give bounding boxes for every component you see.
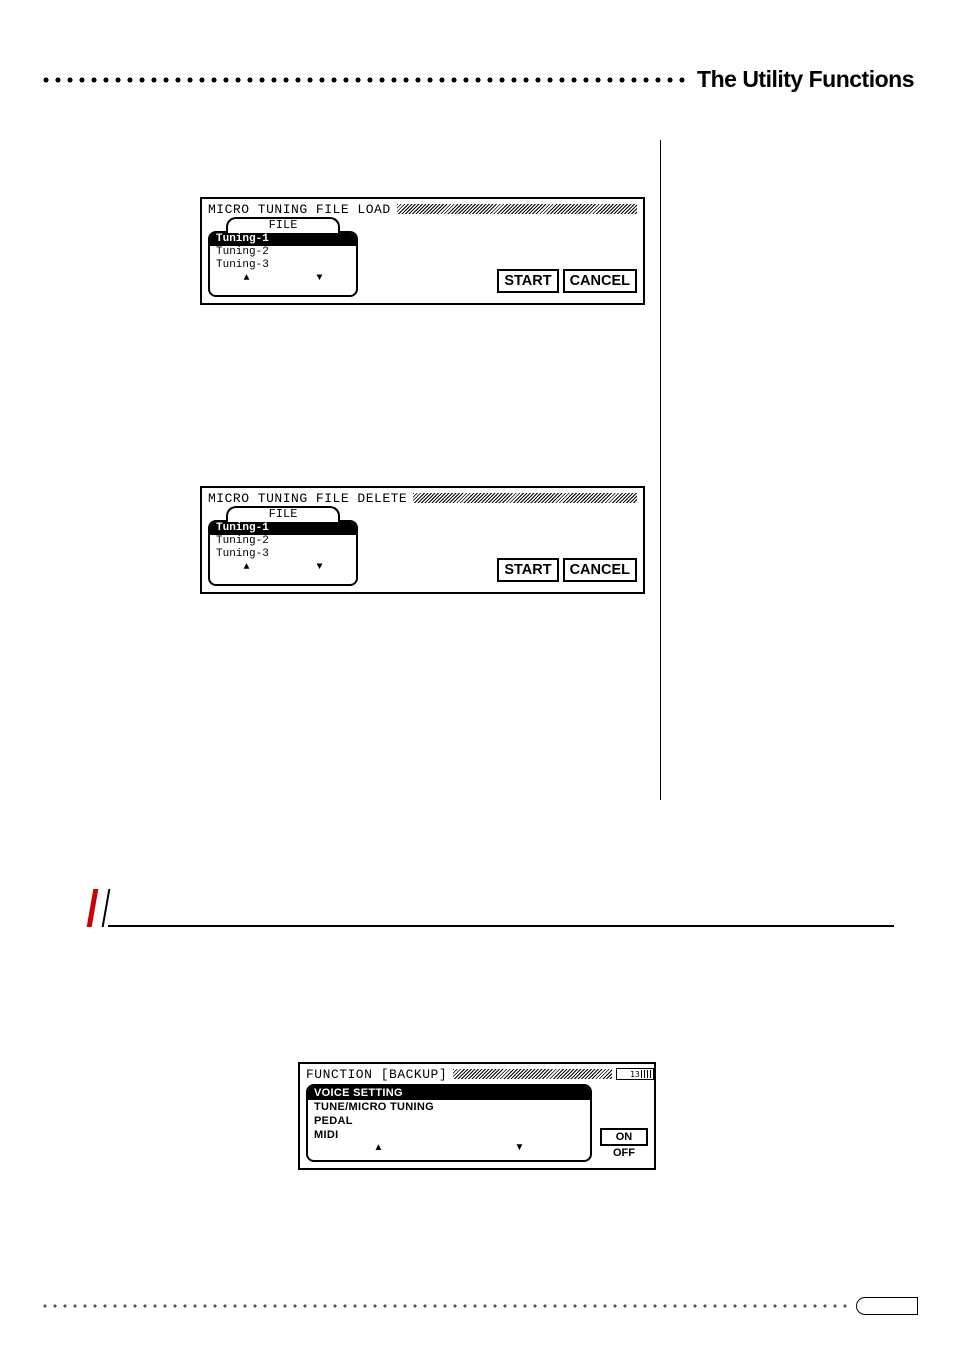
lcd-delete-title: MICRO TUNING FILE DELETE [208, 491, 407, 506]
list-item[interactable]: Tuning-1 [210, 233, 356, 246]
lcd-load-panel: MICRO TUNING FILE LOAD FILE Tuning-1 Tun… [200, 197, 645, 305]
start-button[interactable]: START [497, 269, 558, 293]
lcd-backup-panel: FUNCTION [BACKUP] 13 VOICE SETTING TUNE/… [298, 1062, 656, 1170]
title-hatch [397, 204, 637, 214]
arrow-down-icon[interactable]: ▼ [316, 562, 322, 574]
file-tab-label: FILE [226, 506, 340, 522]
list-item[interactable]: Tuning-3 [210, 548, 356, 561]
settings-list: VOICE SETTING TUNE/MICRO TUNING PEDAL MI… [306, 1084, 592, 1162]
list-item[interactable]: Tuning-3 [210, 259, 356, 272]
page-number: 13 [629, 1070, 641, 1079]
footer-dots [40, 1303, 848, 1309]
title-hatch [453, 1069, 612, 1079]
list-item[interactable]: TUNE/MICRO TUNING [308, 1100, 590, 1114]
lcd-delete-panel: MICRO TUNING FILE DELETE FILE Tuning-1 T… [200, 486, 645, 594]
arrow-down-icon[interactable]: ▼ [515, 1142, 525, 1154]
arrow-down-icon[interactable]: ▼ [316, 273, 322, 285]
page-number-box [856, 1297, 918, 1315]
cancel-button[interactable]: CANCEL [563, 269, 637, 293]
cancel-button[interactable]: CANCEL [563, 558, 637, 582]
section-marker [87, 889, 111, 927]
page-footer [40, 1297, 918, 1315]
lcd-backup-title: FUNCTION [BACKUP] [306, 1067, 447, 1082]
lcd-backup-title-row: FUNCTION [BACKUP] 13 [300, 1064, 654, 1082]
file-list: FILE Tuning-1 Tuning-2 Tuning-3 ▲ ▼ [208, 219, 358, 297]
arrow-up-icon[interactable]: ▲ [374, 1142, 384, 1154]
lcd-load-title: MICRO TUNING FILE LOAD [208, 202, 391, 217]
start-button[interactable]: START [497, 558, 558, 582]
lcd-load-title-row: MICRO TUNING FILE LOAD [202, 199, 643, 217]
header-dots [40, 76, 687, 84]
lcd-delete-title-row: MICRO TUNING FILE DELETE [202, 488, 643, 506]
file-tab-label: FILE [226, 217, 340, 233]
page-indicator: 13 [616, 1068, 654, 1080]
list-item[interactable]: VOICE SETTING [308, 1086, 590, 1100]
on-button[interactable]: ON [600, 1128, 648, 1146]
title-hatch [413, 493, 637, 503]
off-button[interactable]: OFF [600, 1146, 648, 1160]
vertical-divider [660, 140, 661, 800]
page-title: The Utility Functions [697, 66, 914, 93]
list-item[interactable]: PEDAL [308, 1114, 590, 1128]
list-item[interactable]: Tuning-1 [210, 522, 356, 535]
arrow-up-icon[interactable]: ▲ [243, 562, 249, 574]
list-item[interactable]: Tuning-2 [210, 535, 356, 548]
file-list: FILE Tuning-1 Tuning-2 Tuning-3 ▲ ▼ [208, 508, 358, 586]
section-line [108, 925, 894, 927]
list-item[interactable]: Tuning-2 [210, 246, 356, 259]
arrow-up-icon[interactable]: ▲ [243, 273, 249, 285]
page-header: The Utility Functions [40, 66, 914, 93]
list-item[interactable]: MIDI [308, 1128, 590, 1142]
